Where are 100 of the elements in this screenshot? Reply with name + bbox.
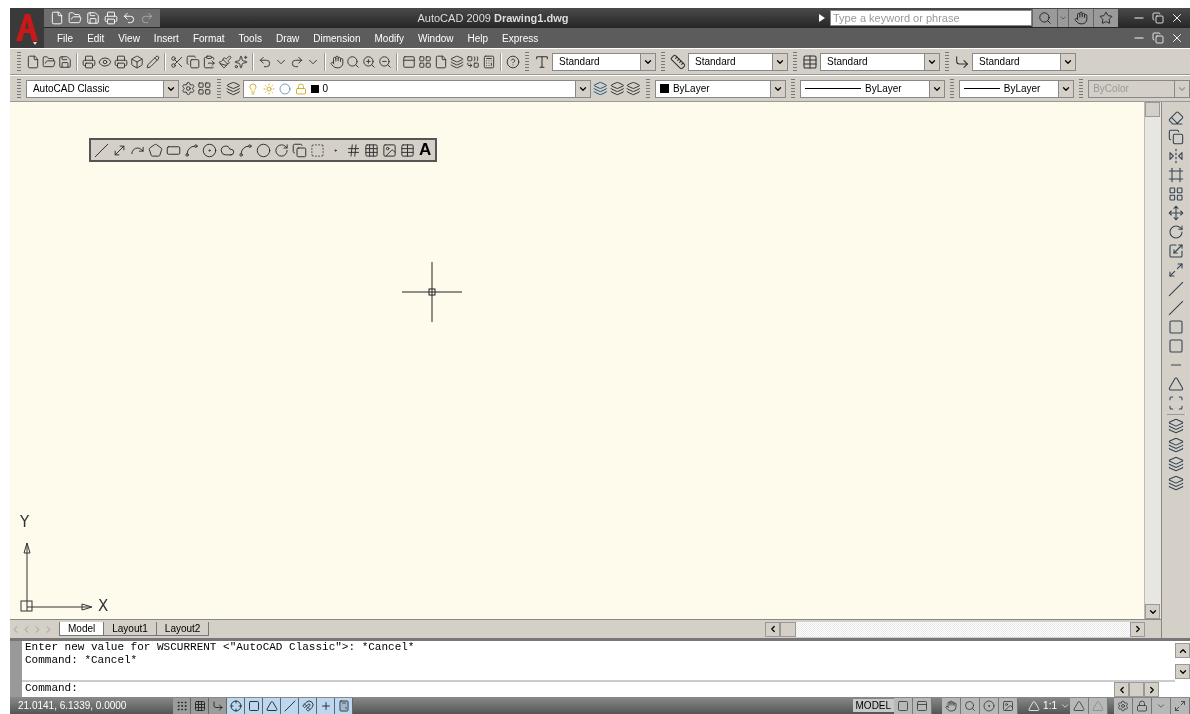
arc-icon[interactable]	[184, 142, 199, 158]
layers-icon[interactable]	[609, 81, 625, 96]
layout-icon[interactable]	[897, 699, 910, 712]
layout-tab[interactable]: Layout1	[103, 622, 157, 636]
scale-icon[interactable]	[1168, 243, 1184, 259]
preview-icon[interactable]	[98, 54, 112, 69]
move-icon[interactable]	[1168, 205, 1184, 221]
copy-icon[interactable]	[186, 54, 200, 69]
lineweight-dropdown[interactable]: ByLayer	[958, 79, 1075, 98]
combine-icon[interactable]	[466, 54, 480, 69]
ellipse-icon[interactable]	[256, 142, 271, 158]
scroll-thumb[interactable]	[780, 621, 796, 637]
layout-tab[interactable]: Model	[59, 622, 105, 636]
menu-item[interactable]: Express	[495, 32, 546, 44]
spline-icon[interactable]	[238, 142, 253, 158]
snap-toggle[interactable]	[173, 697, 191, 714]
restore-icon[interactable]	[1152, 32, 1164, 44]
caret-icon[interactable]	[1059, 14, 1067, 22]
scroll-thumb[interactable]	[1129, 682, 1144, 697]
layer-dropdown[interactable]: 0	[242, 79, 591, 98]
undo-icon[interactable]	[122, 11, 136, 25]
close-icon[interactable]	[1170, 31, 1184, 45]
style-dropdown[interactable]: Standard	[972, 52, 1076, 71]
copy-icon[interactable]	[1168, 129, 1184, 145]
cut-icon[interactable]	[170, 54, 184, 69]
style-dropdown[interactable]: Standard	[820, 52, 940, 71]
erase-icon[interactable]	[1168, 110, 1184, 126]
zoom-in-icon[interactable]	[362, 54, 376, 69]
undo-icon[interactable]	[258, 54, 272, 69]
hand-icon[interactable]	[1074, 11, 1088, 25]
text-style-icon[interactable]	[534, 53, 550, 70]
dyn-toggle[interactable]	[299, 697, 317, 714]
menu-item[interactable]: Tools	[231, 32, 269, 44]
ducs-toggle[interactable]	[281, 697, 299, 714]
grid-icon[interactable]	[418, 54, 432, 69]
pan-icon[interactable]	[945, 699, 958, 712]
annotation-scale[interactable]: 1:1	[1040, 699, 1060, 712]
layers-icon[interactable]	[626, 81, 641, 96]
search-icon[interactable]	[1038, 11, 1052, 25]
osnap-toggle[interactable]	[245, 697, 263, 714]
leader-style-icon[interactable]	[954, 53, 970, 70]
layers-icon[interactable]	[592, 81, 608, 96]
cube-icon[interactable]	[130, 54, 144, 69]
otrack-toggle[interactable]	[263, 697, 281, 714]
ray-icon[interactable]	[112, 142, 127, 158]
file-icon[interactable]	[26, 54, 40, 69]
cloud-icon[interactable]	[220, 142, 235, 158]
new-icon[interactable]	[50, 11, 64, 25]
text-tool[interactable]: A	[418, 141, 433, 159]
brush-icon[interactable]	[218, 54, 232, 69]
menu-item[interactable]: File	[50, 32, 81, 44]
redo-icon[interactable]	[290, 54, 304, 69]
zoom-icon[interactable]	[964, 699, 977, 712]
printer-icon[interactable]	[114, 54, 128, 69]
style-dropdown[interactable]: Standard	[552, 52, 656, 71]
settings-icon[interactable]	[1117, 699, 1129, 712]
menu-item[interactable]: Draw	[268, 32, 307, 44]
color-dropdown[interactable]: ByLayer	[654, 79, 787, 98]
vertical-scrollbar[interactable]	[1144, 102, 1161, 619]
array-icon[interactable]	[1168, 186, 1184, 202]
layers-icon[interactable]	[225, 81, 241, 96]
search-field[interactable]: Type a keyword or phrase	[830, 10, 1032, 26]
grid-icon[interactable]	[197, 81, 212, 96]
table-style-icon[interactable]	[802, 53, 818, 70]
wheel-icon[interactable]	[983, 699, 996, 712]
restore-icon[interactable]	[1152, 12, 1164, 24]
folder-icon[interactable]	[42, 54, 56, 69]
linetype-dropdown[interactable]: ByLayer	[800, 79, 945, 98]
qp-toggle[interactable]	[335, 697, 353, 714]
printer-icon[interactable]	[82, 54, 96, 69]
panel-icon[interactable]	[402, 54, 416, 69]
layout-tab[interactable]: Layout2	[155, 622, 210, 636]
menu-item[interactable]: Format	[185, 32, 232, 44]
menu-item[interactable]: Help	[460, 32, 496, 44]
menu-item[interactable]: Edit	[80, 32, 112, 44]
menu-item[interactable]: Insert	[146, 32, 186, 44]
menu-item[interactable]: Dimension	[306, 32, 368, 44]
stretch-icon[interactable]	[1168, 262, 1184, 278]
settings-icon[interactable]	[180, 81, 196, 96]
star-icon[interactable]	[1099, 11, 1113, 25]
calculator-icon[interactable]	[482, 54, 496, 69]
printer-icon[interactable]	[104, 11, 118, 25]
save-icon[interactable]	[58, 54, 72, 69]
folder-icon[interactable]	[68, 11, 82, 25]
polygon-icon[interactable]	[148, 142, 163, 158]
menu-item[interactable]: View	[111, 32, 147, 44]
layers-icon[interactable]	[450, 54, 464, 69]
pencil-icon[interactable]	[146, 54, 160, 69]
sparkle-icon[interactable]	[234, 54, 248, 69]
menu-item[interactable]: Modify	[367, 32, 411, 44]
scroll-thumb[interactable]	[1145, 102, 1160, 117]
grid-toggle[interactable]	[191, 697, 209, 714]
sheet-icon[interactable]	[434, 54, 448, 69]
menu-item[interactable]: Window	[410, 32, 461, 44]
lwt-toggle[interactable]	[317, 697, 335, 714]
zoom-out-icon[interactable]	[378, 54, 392, 69]
polar-toggle[interactable]	[227, 697, 245, 714]
style-dropdown[interactable]: Standard	[688, 52, 788, 71]
pan-icon[interactable]	[330, 54, 344, 69]
horizontal-scrollbar[interactable]	[765, 621, 1145, 637]
